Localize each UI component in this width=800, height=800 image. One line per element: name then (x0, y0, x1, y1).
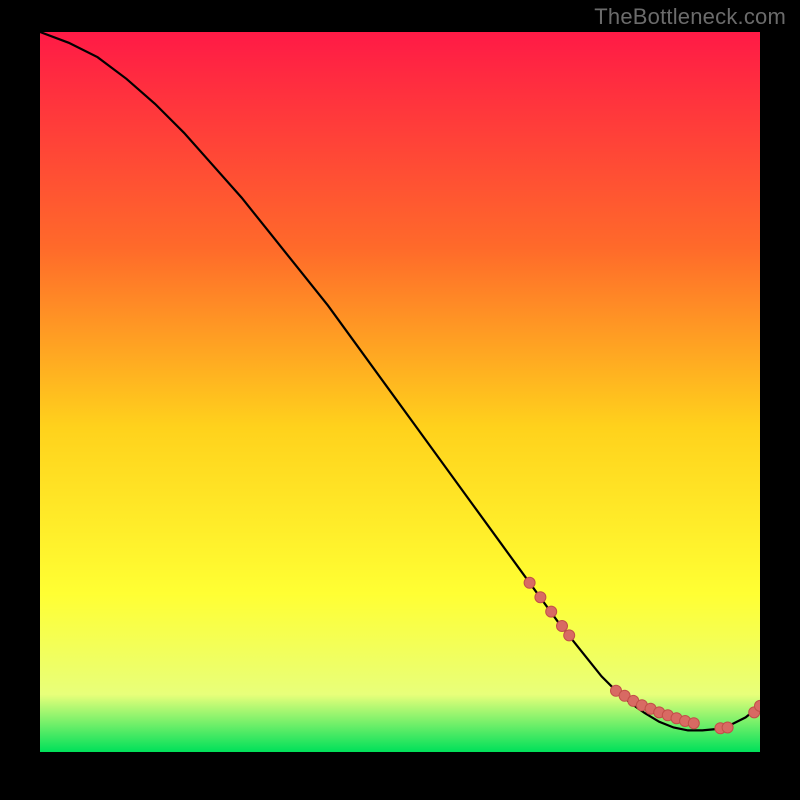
marker-point (557, 621, 568, 632)
marker-point (722, 722, 733, 733)
plot-area (40, 32, 760, 752)
chart-container: TheBottleneck.com (0, 0, 800, 800)
marker-point (524, 577, 535, 588)
marker-point (688, 718, 699, 729)
watermark-label: TheBottleneck.com (594, 4, 786, 30)
marker-point (535, 592, 546, 603)
plot-svg (40, 32, 760, 752)
marker-point (564, 630, 575, 641)
marker-point (546, 606, 557, 617)
gradient-background (40, 32, 760, 752)
